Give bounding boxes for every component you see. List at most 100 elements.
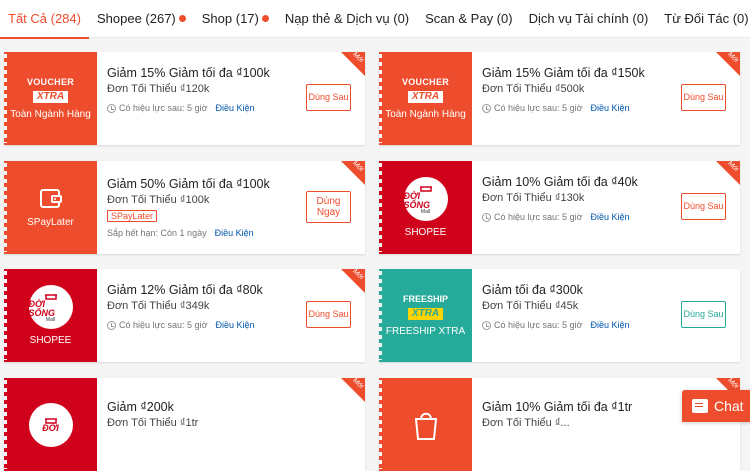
voucher-caption: Toàn Ngành Hàng bbox=[10, 108, 91, 120]
use-later-button[interactable]: Dùng Sau bbox=[681, 84, 726, 111]
use-later-button[interactable]: Dùng Sau bbox=[681, 301, 726, 328]
chat-button[interactable]: Chat bbox=[682, 390, 750, 422]
voucher-expiry: Sắp hết hạn: Còn 1 ngày bbox=[107, 228, 207, 238]
shopee-bag-icon bbox=[414, 412, 437, 440]
voucher-meta: Sắp hết hạn: Còn 1 ngày Điều Kiện bbox=[107, 228, 359, 238]
voucher-caption: FREESHIP XTRA bbox=[385, 325, 466, 337]
logo-text: Mall bbox=[420, 208, 431, 215]
new-label: Mới bbox=[726, 161, 740, 174]
clock-icon bbox=[482, 212, 491, 222]
conditions-link[interactable]: Điều Kiện bbox=[215, 320, 254, 330]
voucher-category-tabs: Tất Cả (284) Shopee (267) Shop (17) Nạp … bbox=[0, 0, 750, 39]
tab-shop[interactable]: Shop (17) bbox=[194, 0, 277, 38]
voucher-validity: Có hiệu lực sau: 5 giờ bbox=[494, 212, 583, 222]
clock-icon bbox=[107, 320, 116, 330]
freeship-xtra-logo: FREESHIP XTRA bbox=[402, 293, 448, 320]
use-later-button[interactable]: Dùng Sau bbox=[306, 301, 351, 328]
logo-text: XTRA bbox=[407, 307, 444, 320]
logo-text: ĐỜI SỐNG bbox=[28, 298, 56, 318]
tab-label: Shopee (267) bbox=[96, 11, 176, 26]
voucher-title: Giảm 50% Giảm tối đa ₫100k bbox=[107, 177, 270, 191]
voucher-validity: Có hiệu lực sau: 5 giờ bbox=[494, 320, 583, 330]
conditions-link[interactable]: Điều Kiện bbox=[590, 320, 629, 330]
new-ribbon: Mới bbox=[341, 161, 365, 185]
tab-label: Scan & Pay (0) bbox=[425, 11, 513, 26]
voucher-title: Giảm 10% Giảm tối đa ₫40k bbox=[482, 175, 638, 189]
voucher-grid: VOUCHER XTRA Toàn Ngành Hàng Giảm 15% Gi… bbox=[0, 38, 750, 471]
voucher-body: Giảm ₫200k Đơn Tối Thiểu ₫1tr bbox=[97, 378, 365, 471]
voucher-title: Giảm 12% Giảm tối đa ₫80k bbox=[107, 283, 263, 297]
voucher-title: Giảm tối đa ₫300k bbox=[482, 283, 583, 297]
use-now-button[interactable]: Dùng Ngay bbox=[306, 191, 351, 223]
conditions-link[interactable]: Điều Kiện bbox=[590, 103, 629, 113]
chat-label: Chat bbox=[714, 398, 744, 414]
logo-text: VOUCHER bbox=[401, 76, 450, 87]
voucher-validity: Có hiệu lực sau: 5 giờ bbox=[494, 103, 583, 113]
voucher-card: VOUCHER XTRA Toàn Ngành Hàng Giảm 15% Gi… bbox=[4, 52, 365, 145]
doi-song-mall-logo: ĐỜI SỐNG Mall bbox=[28, 285, 73, 329]
voucher-card: FREESHIP XTRA FREESHIP XTRA Giảm tối đa … bbox=[379, 269, 740, 362]
new-ribbon: Mới bbox=[341, 378, 365, 402]
voucher-logo-panel: ĐỜI SỐNG Mall SHOPEE bbox=[4, 269, 97, 362]
tab-all[interactable]: Tất Cả (284) bbox=[0, 0, 89, 39]
voucher-caption: Toàn Ngành Hàng bbox=[385, 108, 466, 120]
voucher-body: Giảm 15% Giảm tối đa ₫100k Đơn Tối Thiểu… bbox=[97, 52, 365, 145]
new-ribbon: Mới bbox=[341, 269, 365, 293]
pot-icon bbox=[44, 293, 57, 300]
voucher-card: SPayLater Giảm 50% Giảm tối đa ₫100k Đơn… bbox=[4, 161, 365, 254]
new-ribbon: Mới bbox=[716, 161, 740, 185]
logo-text: XTRA bbox=[407, 90, 444, 103]
logo-text: Mall bbox=[45, 316, 56, 323]
doi-song-mall-logo: ĐỜI bbox=[28, 402, 73, 447]
logo-text: ĐỜI SỐNG bbox=[403, 190, 431, 210]
voucher-card: ĐỜI Giảm ₫200k Đơn Tối Thiểu ₫1tr Mới bbox=[4, 378, 365, 471]
logo-text: FREESHIP bbox=[402, 293, 448, 304]
voucher-min-order: Đơn Tối Thiểu ₫1tr bbox=[107, 417, 199, 429]
logo-text: ĐỜI bbox=[42, 423, 59, 433]
voucher-validity: Có hiệu lực sau: 5 giờ bbox=[119, 320, 208, 330]
voucher-card: VOUCHER XTRA Toàn Ngành Hàng Giảm 15% Gi… bbox=[379, 52, 740, 145]
conditions-link[interactable]: Điều Kiện bbox=[215, 103, 254, 113]
new-dot bbox=[178, 15, 186, 22]
conditions-link[interactable]: Điều Kiện bbox=[215, 228, 254, 238]
new-label: Mới bbox=[351, 269, 365, 282]
use-later-button[interactable]: Dùng Sau bbox=[681, 193, 726, 220]
tab-financial-services[interactable]: Dịch vụ Tài chính (0) bbox=[521, 0, 657, 38]
voucher-card: ĐỜI SỐNG Mall SHOPEE Giảm 10% Giảm tối đ… bbox=[379, 161, 740, 254]
new-label: Mới bbox=[351, 52, 365, 65]
new-ribbon: Mới bbox=[341, 52, 365, 76]
chat-icon bbox=[692, 399, 708, 413]
voucher-card: ĐỜI SỐNG Mall SHOPEE Giảm 12% Giảm tối đ… bbox=[4, 269, 365, 362]
new-ribbon: Mới bbox=[716, 52, 740, 76]
voucher-logo-panel: SPayLater bbox=[4, 161, 97, 254]
new-label: Mới bbox=[726, 378, 740, 391]
tab-partners[interactable]: Từ Đối Tác (0) bbox=[656, 0, 750, 38]
voucher-title: Giảm 15% Giảm tối đa ₫100k bbox=[107, 66, 270, 80]
tab-label: Từ Đối Tác (0) bbox=[664, 11, 749, 26]
tab-scan-pay[interactable]: Scan & Pay (0) bbox=[417, 0, 520, 38]
tab-label: Shop (17) bbox=[201, 11, 259, 26]
voucher-body: Giảm 15% Giảm tối đa ₫150k Đơn Tối Thiểu… bbox=[472, 52, 740, 145]
voucher-body: Giảm 10% Giảm tối đa ₫40k Đơn Tối Thiểu … bbox=[472, 161, 740, 254]
pot-icon bbox=[44, 418, 57, 424]
doi-song-mall-logo: ĐỜI SỐNG Mall bbox=[403, 177, 448, 221]
voucher-xtra-logo: VOUCHER XTRA bbox=[27, 77, 74, 103]
voucher-xtra-logo: VOUCHER XTRA bbox=[401, 76, 450, 103]
new-label: Mới bbox=[351, 378, 365, 391]
use-later-button[interactable]: Dùng Sau bbox=[306, 84, 351, 111]
tab-topup-services[interactable]: Nạp thẻ & Dịch vụ (0) bbox=[277, 0, 417, 38]
voucher-logo-panel: VOUCHER XTRA Toàn Ngành Hàng bbox=[379, 52, 472, 145]
clock-icon bbox=[482, 320, 491, 330]
tab-shopee[interactable]: Shopee (267) bbox=[89, 0, 194, 38]
voucher-body: Giảm tối đa ₫300k Đơn Tối Thiểu ₫45k Có … bbox=[472, 269, 740, 362]
conditions-link[interactable]: Điều Kiện bbox=[590, 212, 629, 222]
clock-icon bbox=[482, 103, 491, 113]
new-dot bbox=[261, 15, 269, 22]
tab-label: Nạp thẻ & Dịch vụ (0) bbox=[284, 11, 410, 26]
new-label: Mới bbox=[351, 161, 365, 174]
new-label: Mới bbox=[726, 52, 740, 65]
voucher-logo-panel: FREESHIP XTRA FREESHIP XTRA bbox=[379, 269, 472, 362]
tab-label: Tất Cả (284) bbox=[8, 11, 81, 26]
clock-icon bbox=[107, 103, 116, 113]
logo-text: XTRA bbox=[32, 90, 69, 103]
